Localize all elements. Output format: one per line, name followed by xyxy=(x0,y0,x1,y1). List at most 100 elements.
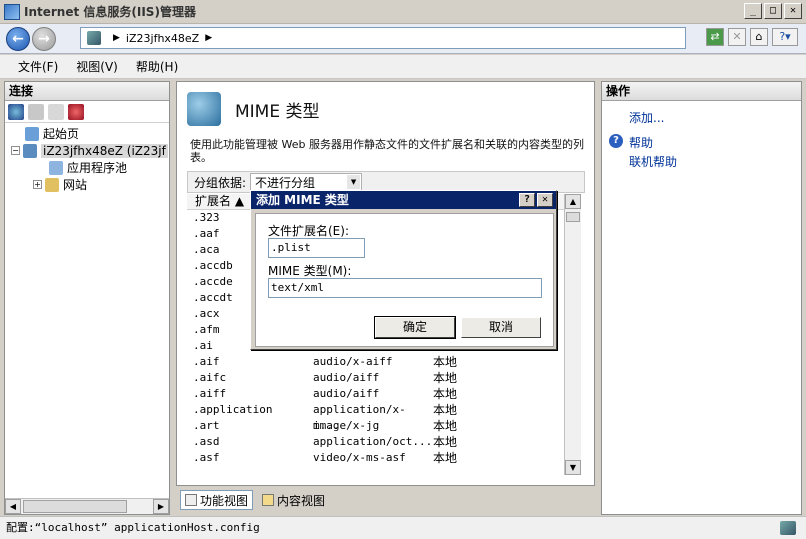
cell-mime-type: audio/aiff xyxy=(313,371,380,384)
help-icon: ? xyxy=(609,134,623,148)
view-tabs: 功能视图 内容视图 xyxy=(176,488,595,512)
list-item[interactable]: .asd application/oct... 本地 xyxy=(187,434,567,450)
iis-app-icon xyxy=(4,3,20,20)
cell-entry-type: 本地 xyxy=(433,403,458,417)
scroll-right-icon[interactable]: ▶ xyxy=(153,499,169,514)
tab-content-view[interactable]: 内容视图 xyxy=(257,490,330,510)
back-arrow-icon[interactable]: ← xyxy=(6,26,30,51)
tree-item-start-page[interactable]: 起始页 xyxy=(5,125,169,142)
list-item[interactable]: .asf video/x-ms-asf 本地 xyxy=(187,450,567,466)
disconnect-icon[interactable] xyxy=(68,103,84,120)
cell-entry-type: 本地 xyxy=(433,451,458,465)
cell-extension: .application xyxy=(193,403,273,416)
cell-extension: .asd xyxy=(193,435,220,448)
cell-mime-type: audio/aiff xyxy=(313,387,380,400)
cell-entry-type: 本地 xyxy=(433,387,458,401)
tree-item-server[interactable]: − iZ23jfhx48eZ (iZ23jf xyxy=(5,142,169,159)
cell-mime-type: video/x-ms-asf xyxy=(313,451,406,464)
up-level-icon[interactable] xyxy=(48,103,64,120)
dialog-help-button[interactable]: ? xyxy=(519,193,535,207)
minimize-button[interactable]: _ xyxy=(744,3,762,19)
sites-folder-icon xyxy=(45,177,59,192)
group-by-label: 分组依据: xyxy=(194,175,247,190)
vertical-scrollbar[interactable]: ▲ ▼ xyxy=(564,194,581,475)
cell-mime-type: audio/x-aiff xyxy=(313,355,393,368)
menu-file[interactable]: 文件(F) xyxy=(9,58,67,75)
network-status-icon xyxy=(780,521,796,535)
breadcrumb-arrow-icon[interactable]: ▶ xyxy=(205,33,212,43)
breadcrumb-server[interactable]: iZ23jfhx48eZ xyxy=(126,32,199,45)
feature-description: 使用此功能管理被 Web 服务器用作静态文件的文件扩展名和关联的内容类型的列表。 xyxy=(190,138,584,164)
tree-item-sites[interactable]: + 网站 xyxy=(5,176,169,193)
scroll-up-icon[interactable]: ▲ xyxy=(565,194,581,209)
help-dropdown-icon[interactable]: ?▾ xyxy=(772,28,798,46)
cancel-button[interactable]: 取消 xyxy=(461,317,541,338)
list-item[interactable]: .aifc audio/aiff 本地 xyxy=(187,370,567,386)
server-icon xyxy=(87,31,101,45)
add-mime-dialog: 添加 MIME 类型 ? ✕ 文件扩展名(E): .plist MIME 类型(… xyxy=(250,190,557,350)
navigation-bar: ← → ▶ iZ23jfhx48eZ ▶ ⇄ ✕ ⌂ ?▾ xyxy=(0,24,806,54)
cell-entry-type: 本地 xyxy=(433,371,458,385)
cell-extension: .asf xyxy=(193,451,220,464)
expand-icon[interactable]: + xyxy=(33,180,42,189)
app-pool-icon xyxy=(49,160,63,175)
connections-panel: 连接 起始页 − iZ23jfhx48eZ (iZ23jf 应用程序池 + 网站… xyxy=(4,81,170,515)
menu-bar: 文件(F) 视图(V) 帮助(H) xyxy=(0,55,806,79)
cell-extension: .aif xyxy=(193,355,220,368)
cell-mime-type: image/x-jg xyxy=(313,419,380,432)
cell-extension: .art xyxy=(193,419,220,432)
list-item[interactable]: .aiff audio/aiff 本地 xyxy=(187,386,567,402)
extension-field[interactable]: .plist xyxy=(268,238,365,258)
dialog-title-bar: 添加 MIME 类型 ? ✕ xyxy=(251,191,556,209)
help-link[interactable]: 帮助 xyxy=(629,134,653,151)
add-action-link[interactable]: 添加... xyxy=(629,109,664,126)
server-node-icon xyxy=(23,143,37,158)
online-help-link[interactable]: 联机帮助 xyxy=(629,153,677,170)
list-item[interactable]: .art image/x-jg 本地 xyxy=(187,418,567,434)
list-item[interactable]: .application application/x-m... 本地 xyxy=(187,402,567,432)
connections-header: 连接 xyxy=(5,82,169,101)
mime-type-label: MIME 类型(M): xyxy=(268,264,352,278)
cell-entry-type: 本地 xyxy=(433,419,458,433)
scroll-thumb[interactable] xyxy=(566,212,580,222)
tree-item-app-pools[interactable]: 应用程序池 xyxy=(5,159,169,176)
mime-type-field[interactable]: text/xml xyxy=(268,278,542,298)
extension-label: 文件扩展名(E): xyxy=(268,224,349,238)
collapse-icon[interactable]: − xyxy=(11,146,20,155)
scroll-thumb[interactable] xyxy=(23,500,127,513)
cell-entry-type: 本地 xyxy=(433,355,458,369)
cell-mime-type: application/x-m... xyxy=(313,403,406,432)
menu-view[interactable]: 视图(V) xyxy=(67,58,127,75)
stop-icon[interactable]: ✕ xyxy=(728,28,746,46)
tab-features-view[interactable]: 功能视图 xyxy=(180,490,254,510)
scroll-down-icon[interactable]: ▼ xyxy=(565,460,581,475)
save-icon[interactable] xyxy=(28,103,44,120)
home-icon[interactable]: ⌂ xyxy=(750,28,768,46)
forward-arrow-icon[interactable]: → xyxy=(32,26,56,51)
list-item[interactable]: .aif audio/x-aiff 本地 xyxy=(187,354,567,370)
refresh-icon[interactable]: ⇄ xyxy=(706,28,724,46)
breadcrumb-arrow-icon[interactable]: ▶ xyxy=(113,33,120,43)
menu-help[interactable]: 帮助(H) xyxy=(127,58,187,75)
title-bar: Internet 信息服务(IIS)管理器 _ □ ✕ xyxy=(0,0,806,24)
cell-extension: .aifc xyxy=(193,371,227,384)
cell-entry-type: 本地 xyxy=(433,435,458,449)
scroll-left-icon[interactable]: ◀ xyxy=(5,499,21,514)
dialog-close-button[interactable]: ✕ xyxy=(537,193,553,207)
connect-globe-icon[interactable] xyxy=(8,103,24,120)
close-button[interactable]: ✕ xyxy=(784,3,802,19)
cell-extension: .aiff xyxy=(193,387,227,400)
status-text: 配置:“localhost” applicationHost.config xyxy=(6,521,260,534)
actions-panel: 操作 添加... ? 帮助 联机帮助 xyxy=(601,81,802,515)
address-bar[interactable]: ▶ iZ23jfhx48eZ ▶ xyxy=(80,27,686,49)
status-bar: 配置:“localhost” applicationHost.config xyxy=(0,516,806,539)
maximize-button[interactable]: □ xyxy=(764,3,782,19)
start-page-icon xyxy=(25,126,39,141)
horizontal-scrollbar[interactable]: ◀ ▶ xyxy=(5,498,169,514)
chevron-down-icon[interactable]: ▼ xyxy=(347,175,361,189)
mime-types-icon xyxy=(187,92,221,126)
connections-tree: 起始页 − iZ23jfhx48eZ (iZ23jf 应用程序池 + 网站 xyxy=(5,123,169,193)
group-by-select[interactable]: 不进行分组 ▼ xyxy=(250,173,363,191)
page-title: MIME 类型 xyxy=(235,101,320,122)
ok-button[interactable]: 确定 xyxy=(374,316,456,339)
